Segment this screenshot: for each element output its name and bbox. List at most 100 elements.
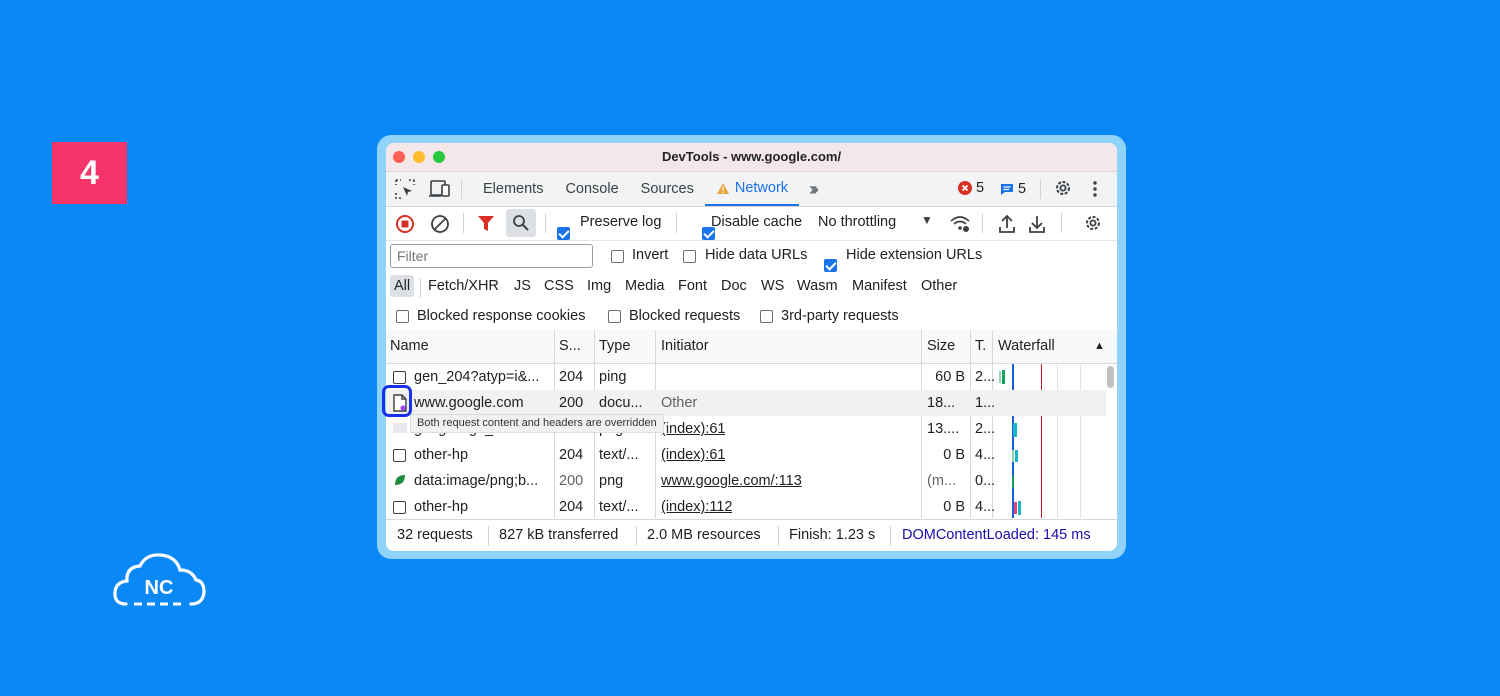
step-number-badge: 4 [52,142,127,204]
column-header-waterfall[interactable]: Waterfall [998,338,1055,354]
table-row[interactable]: data:image/png;b... 200 png www.google.c… [386,468,1106,494]
type-filter-font[interactable]: Font [678,278,707,294]
type-filter-manifest[interactable]: Manifest [852,278,907,294]
request-type: text/... [599,447,639,463]
type-filter-js[interactable]: JS [514,278,531,294]
type-filter-media[interactable]: Media [625,278,665,294]
status-bar: 32 requests 827 kB transferred 2.0 MB re… [386,519,1117,551]
filter-input[interactable] [390,244,593,268]
hide-extension-urls-label: Hide extension URLs [846,247,983,263]
tab-sources[interactable]: Sources [630,172,705,206]
blocked-response-cookies-label: Blocked response cookies [417,308,586,324]
request-initiator-link[interactable]: (index):61 [661,421,725,437]
blocked-requests-checkbox[interactable] [608,310,621,323]
blocked-response-cookies-checkbox[interactable] [396,310,409,323]
document-icon [393,371,406,384]
filter-bar: Invert Hide data URLs Hide extension URL… [386,241,1117,272]
more-options-icon[interactable] [1092,179,1098,199]
blocked-filters: Blocked response cookies Blocked request… [386,302,1117,333]
message-count[interactable]: 5 [1000,181,1026,197]
request-initiator: Other [661,395,698,411]
disable-cache-label: Disable cache [711,214,803,230]
type-filter-img[interactable]: Img [587,278,611,294]
table-row[interactable]: www.google.com 200 docu... Other 18... 1… [386,390,1106,416]
type-filter-css[interactable]: CSS [544,278,574,294]
request-size: 60 B [935,369,965,385]
export-har-icon[interactable] [1028,214,1046,234]
request-initiator-link[interactable]: (index):112 [661,499,732,515]
network-settings-gear-icon[interactable] [1083,213,1103,233]
column-header-status[interactable]: S... [559,338,581,354]
table-row[interactable]: other-hp 204 text/... (index):112 0 B 4.… [386,494,1106,520]
finish-time: Finish: 1.23 s [789,527,876,543]
column-header-name[interactable]: Name [390,338,429,354]
request-name: other-hp [414,447,469,463]
type-filter-ws[interactable]: WS [761,278,784,294]
more-tabs-icon[interactable]: ››› [809,179,819,200]
request-initiator-link[interactable]: www.google.com/:113 [661,473,802,489]
request-size: 13.... [927,421,960,437]
type-filter-other[interactable]: Other [921,278,957,294]
resources-size: 2.0 MB resources [647,527,761,543]
request-type: png [599,473,624,489]
transferred-size: 827 kB transferred [499,527,619,543]
tab-elements[interactable]: Elements [472,172,554,206]
tab-network[interactable]: Network [704,172,800,206]
type-filter-fetch-xhr[interactable]: Fetch/XHR [428,278,499,294]
column-header-size[interactable]: Size [927,338,955,354]
clear-icon[interactable] [430,214,450,234]
request-size: 0 B [943,447,965,463]
divider [461,179,462,199]
request-time: 1... [975,395,996,411]
request-status: 200 [559,395,584,411]
tab-console[interactable]: Console [554,172,629,206]
panel-tab-bar: Elements Console Sources Network ››› 5 5 [386,172,1117,207]
table-scrollbar[interactable] [1107,366,1114,388]
request-type: docu... [599,395,643,411]
type-filter-doc[interactable]: Doc [721,278,747,294]
stop-recording-icon[interactable] [395,214,415,234]
table-row[interactable]: other-hp 204 text/... (index):61 0 B 4..… [386,442,1106,468]
invert-checkbox[interactable] [611,250,624,263]
filter-funnel-icon[interactable] [477,215,495,233]
request-type: text/... [599,499,639,515]
request-time: 2... [975,421,996,437]
column-header-time[interactable]: T. [975,338,986,354]
document-icon [393,501,406,514]
invert-label: Invert [632,247,669,263]
request-time: 4... [975,447,996,463]
warning-icon [716,182,729,194]
type-filter-wasm[interactable]: Wasm [797,278,838,294]
request-size: 18... [927,395,956,411]
inspect-element-icon[interactable] [394,178,416,200]
request-size: 0 B [943,499,965,515]
request-status: 204 [559,499,584,515]
image-icon [393,423,407,433]
column-header-initiator[interactable]: Initiator [661,338,709,354]
table-row[interactable]: gen_204?atyp=i&... 204 ping 60 B 2... [386,364,1106,390]
message-icon [1001,183,1013,195]
sort-ascending-icon[interactable]: ▲ [1094,340,1105,352]
message-count-label: 5 [1018,181,1027,197]
hide-data-urls-checkbox[interactable] [683,250,696,263]
import-har-icon[interactable] [998,214,1016,234]
network-conditions-icon[interactable] [949,215,971,233]
request-name: data:image/png;b... [414,473,539,489]
request-initiator-link[interactable]: (index):61 [661,447,725,463]
third-party-requests-checkbox[interactable] [760,310,773,323]
highlight-box [382,385,412,417]
request-name: www.google.com [414,395,524,411]
request-time: 2... [975,369,996,385]
error-count[interactable]: 5 [958,180,984,196]
throttling-select[interactable]: No throttling [818,214,896,230]
column-header-type[interactable]: Type [599,338,630,354]
preserve-log-checkbox[interactable] [557,227,570,240]
request-size: (m... [927,473,956,489]
device-toolbar-icon[interactable] [427,178,451,200]
dropdown-arrow-icon[interactable]: ▼ [921,213,933,227]
search-button[interactable] [506,209,536,237]
settings-gear-icon[interactable] [1053,178,1073,198]
hide-extension-urls-checkbox[interactable] [824,259,837,272]
type-filter-all[interactable]: All [390,275,415,297]
resource-type-filters: All Fetch/XHR JS CSS Img Media Font Doc … [386,272,1117,302]
